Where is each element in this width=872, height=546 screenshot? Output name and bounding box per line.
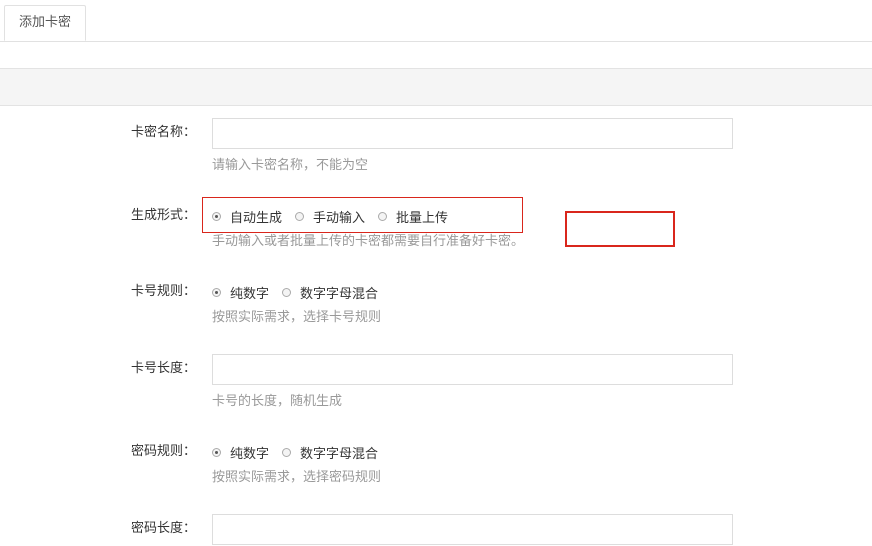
card-rule-option-mixed[interactable]: 数字字母混合 <box>282 283 378 302</box>
pwd-rule-option-mixed[interactable]: 数字字母混合 <box>282 443 378 462</box>
radio-unselected-icon[interactable] <box>282 447 292 457</box>
card-rule-radio-group: 纯数字 数字字母混合 <box>212 282 391 302</box>
toolbar-strip <box>0 68 872 106</box>
gen-mode-label: 生成形式： <box>130 208 196 223</box>
annotation-empty-box <box>565 211 675 247</box>
tab-bar: 添加卡密 <box>0 0 872 42</box>
annotation-highlight-box <box>202 197 523 233</box>
pwd-length-label: 密码长度： <box>130 521 196 536</box>
card-rule-option-digits[interactable]: 纯数字 <box>212 283 269 302</box>
card-rule-hint: 按照实际需求，选择卡号规则 <box>212 310 382 325</box>
pwd-rule-hint: 按照实际需求，选择密码规则 <box>212 470 382 485</box>
card-length-label: 卡号长度： <box>130 361 196 376</box>
pwd-rule-label: 密码规则： <box>130 444 196 459</box>
card-name-hint: 请输入卡密名称，不能为空 <box>212 158 369 173</box>
card-name-input[interactable] <box>212 118 733 149</box>
pwd-rule-radio-group: 纯数字 数字字母混合 <box>212 442 391 462</box>
card-length-hint: 卡号的长度，随机生成 <box>212 394 343 409</box>
tab-add-card[interactable]: 添加卡密 <box>4 5 87 41</box>
pwd-rule-option-mixed-label: 数字字母混合 <box>300 446 379 462</box>
radio-selected-icon[interactable] <box>212 447 221 457</box>
radio-selected-icon[interactable] <box>212 287 221 297</box>
gen-mode-hint: 手动输入或者批量上传的卡密都需要自行准备好卡密。 <box>212 234 525 249</box>
card-name-label: 卡密名称： <box>130 125 196 140</box>
card-rule-option-mixed-label: 数字字母混合 <box>300 286 379 302</box>
card-length-input[interactable] <box>212 354 733 385</box>
radio-unselected-icon[interactable] <box>282 287 292 297</box>
card-rule-option-digits-label: 纯数字 <box>230 286 270 302</box>
pwd-rule-option-digits-label: 纯数字 <box>230 446 270 462</box>
card-rule-label: 卡号规则： <box>130 284 196 299</box>
pwd-rule-option-digits[interactable]: 纯数字 <box>212 443 269 462</box>
pwd-length-input[interactable] <box>212 514 733 545</box>
